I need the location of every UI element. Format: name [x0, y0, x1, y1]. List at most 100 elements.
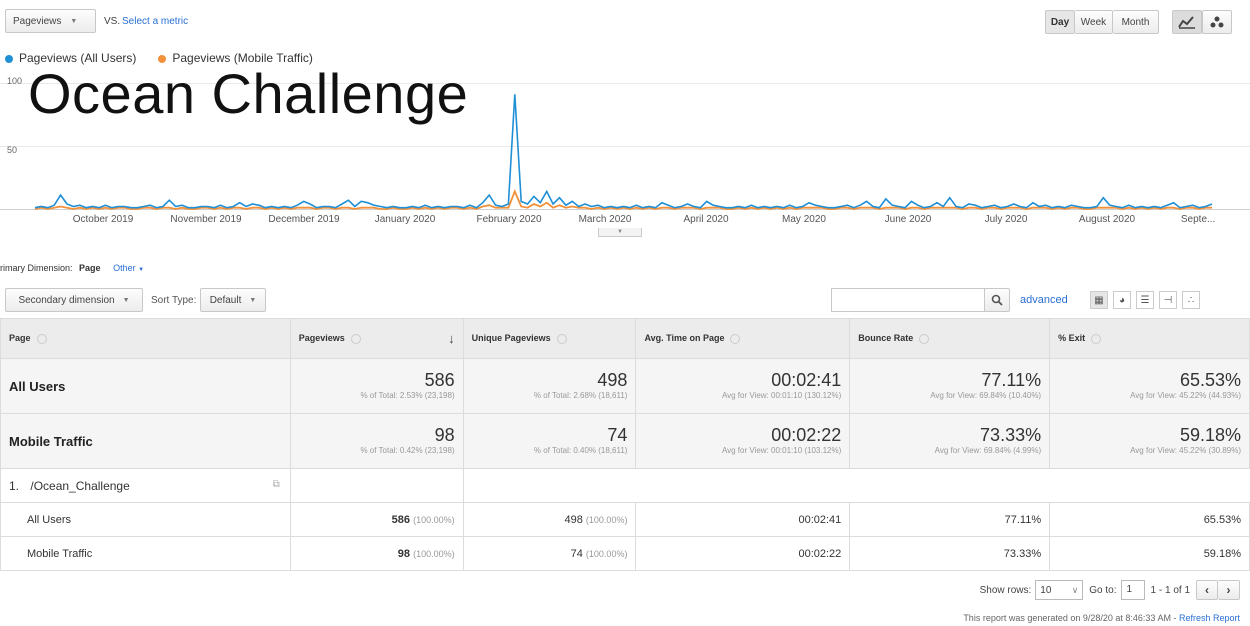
sort-arrow-down-icon: ↓ — [448, 331, 455, 346]
x-tick-label: October 2019 — [72, 214, 134, 225]
chevron-right-icon: › — [1226, 583, 1231, 597]
search-icon — [991, 294, 1003, 306]
external-link-icon[interactable]: ⧉ — [273, 479, 280, 490]
comparison-view-button[interactable]: ⊣ — [1159, 291, 1177, 309]
total-cell: 586% of Total: 2.53% (23,198) — [289, 358, 464, 414]
sort-type-value: Default — [209, 294, 242, 306]
total-cell: 00:02:22 Avg for View: 00:01:10 (103.12%) — [635, 413, 851, 469]
x-tick-label: February 2020 — [476, 214, 542, 225]
total-subtext: Avg for View: 69.84% (4.99%) — [934, 446, 1042, 455]
total-value: 98 — [434, 425, 455, 445]
segment-name: All Users — [0, 358, 291, 414]
sort-type-select[interactable]: Default ▼ — [200, 288, 266, 312]
primary-dimension-label: Primary Dimension: — [0, 263, 73, 273]
total-cell: 73.33% Avg for View: 69.84% (4.99%) — [849, 413, 1051, 469]
chevron-down-icon: ∨ — [1071, 584, 1079, 595]
report-generated-text: This report was generated on 9/28/20 at … — [963, 613, 1177, 623]
pageviews-pct: (100.00%) — [413, 548, 455, 559]
vs-label: VS. — [104, 16, 121, 27]
pivot-view-button[interactable]: ∴ — [1182, 291, 1200, 309]
total-subtext: % of Total: 0.40% (18,611) — [533, 446, 628, 455]
row-index: 1. — [9, 478, 20, 493]
goto-label: Go to: — [1089, 584, 1117, 596]
overlay-title: Ocean Challenge — [28, 62, 469, 125]
total-subtext: % of Total: 2.68% (18,611) — [533, 391, 628, 400]
secondary-dimension-select[interactable]: Secondary dimension ▼ — [5, 288, 143, 312]
avg-time-cell: 00:02:22 — [635, 536, 851, 571]
motion-chart-toggle[interactable] — [1202, 10, 1232, 34]
col-header-exit[interactable]: % Exit — [1049, 318, 1250, 359]
table-view-button[interactable]: ▦ — [1090, 291, 1108, 309]
other-dimension-link[interactable]: Other ▼ — [113, 263, 144, 273]
help-icon — [730, 333, 741, 344]
data-table: Page Pageviews ↓ Unique Pageviews Avg. Ti… — [0, 318, 1250, 571]
total-subtext: Avg for View: 00:01:10 (103.12%) — [721, 446, 842, 455]
empty-span-cell — [462, 468, 1250, 503]
total-cell: 77.11% Avg for View: 69.84% (10.40%) — [849, 358, 1051, 414]
totals-row-all-users: All Users 586% of Total: 2.53% (23,198) … — [0, 358, 1250, 414]
unique-pageviews-cell: 74 (100.00%) — [462, 536, 637, 571]
line-chart-toggle[interactable] — [1172, 10, 1202, 34]
goto-input[interactable]: 1 — [1120, 580, 1145, 600]
week-button[interactable]: Week — [1075, 10, 1113, 34]
search-button[interactable] — [984, 288, 1010, 312]
pageviews-cell: 98 (100.00%) — [289, 536, 464, 571]
select-metric-link[interactable]: Select a metric — [122, 16, 188, 27]
pivot-icon: ∴ — [1187, 294, 1195, 306]
chevron-down-icon: ▼ — [122, 296, 130, 304]
x-tick-label: June 2020 — [884, 214, 932, 225]
col-header-bounce-rate[interactable]: Bounce Rate — [849, 318, 1051, 359]
advanced-filter-link[interactable]: advanced — [1020, 294, 1068, 306]
x-tick-label: January 2020 — [374, 214, 436, 225]
grid-icon: ▦ — [1094, 294, 1104, 306]
performance-view-button[interactable]: ☰ — [1136, 291, 1154, 309]
pagination: Show rows: 10 ∨ Go to: 1 1 - 1 of 1 ‹ › — [980, 580, 1240, 600]
total-cell: 65.53% Avg for View: 45.22% (44.93%) — [1049, 358, 1250, 414]
table-search-input[interactable] — [831, 288, 985, 312]
chevron-down-icon: ▼ — [70, 17, 78, 25]
col-header-unique-pageviews-label: Unique Pageviews — [471, 333, 551, 344]
refresh-report-link[interactable]: Refresh Report — [1179, 613, 1240, 623]
col-header-avg-time-label: Avg. Time on Page — [644, 333, 725, 344]
pie-icon: ◕ — [1118, 294, 1126, 306]
next-page-button[interactable]: › — [1218, 580, 1240, 600]
x-tick-label: August 2020 — [1078, 214, 1136, 225]
secondary-dimension-label: Secondary dimension — [18, 294, 115, 306]
total-value: 77.11% — [981, 370, 1042, 390]
scatter-icon — [1210, 16, 1224, 28]
exit-cell: 65.53% — [1049, 502, 1250, 537]
total-value: 74 — [607, 425, 628, 445]
pageviews-value: 98 — [397, 547, 411, 560]
total-value: 65.53% — [1179, 370, 1241, 390]
unique-pageviews-pct: (100.00%) — [585, 514, 628, 525]
metric-select[interactable]: Pageviews ▼ — [5, 9, 96, 33]
show-rows-select[interactable]: 10 ∨ — [1035, 580, 1084, 600]
pie-view-button[interactable]: ◕ — [1113, 291, 1131, 309]
chevron-down-icon: ▼ — [617, 229, 623, 235]
help-icon — [350, 333, 361, 344]
chevron-down-icon: ▼ — [249, 296, 257, 304]
total-cell: 98% of Total: 0.42% (23,198) — [289, 413, 464, 469]
x-tick-label: December 2019 — [268, 214, 340, 225]
avg-time-cell: 00:02:41 — [635, 502, 851, 537]
show-rows-value: 10 — [1040, 584, 1052, 596]
col-header-page[interactable]: Page — [0, 318, 291, 359]
help-icon — [556, 333, 567, 344]
col-header-unique-pageviews[interactable]: Unique Pageviews — [462, 318, 637, 359]
chart-collapse-handle[interactable]: ▼ — [598, 228, 642, 237]
total-subtext: Avg for View: 69.84% (10.40%) — [930, 391, 1042, 400]
unique-pageviews-value: 498 — [564, 513, 583, 526]
col-header-avg-time[interactable]: Avg. Time on Page — [635, 318, 851, 359]
x-tick-label: May 2020 — [782, 214, 826, 225]
month-button[interactable]: Month — [1113, 10, 1159, 34]
primary-dimension-bar: Primary Dimension: Page Other ▼ — [0, 263, 144, 273]
page-path-link[interactable]: /Ocean_Challenge — [30, 479, 129, 493]
legend-dot-blue — [5, 54, 13, 63]
day-button[interactable]: Day — [1045, 10, 1075, 34]
prev-page-button[interactable]: ‹ — [1196, 580, 1218, 600]
total-cell: 59.18% Avg for View: 45.22% (30.89%) — [1049, 413, 1250, 469]
page-range: 1 - 1 of 1 — [1150, 584, 1190, 596]
help-icon — [1091, 333, 1102, 344]
col-header-pageviews[interactable]: Pageviews ↓ — [289, 318, 464, 359]
x-tick-label: March 2020 — [578, 214, 632, 225]
